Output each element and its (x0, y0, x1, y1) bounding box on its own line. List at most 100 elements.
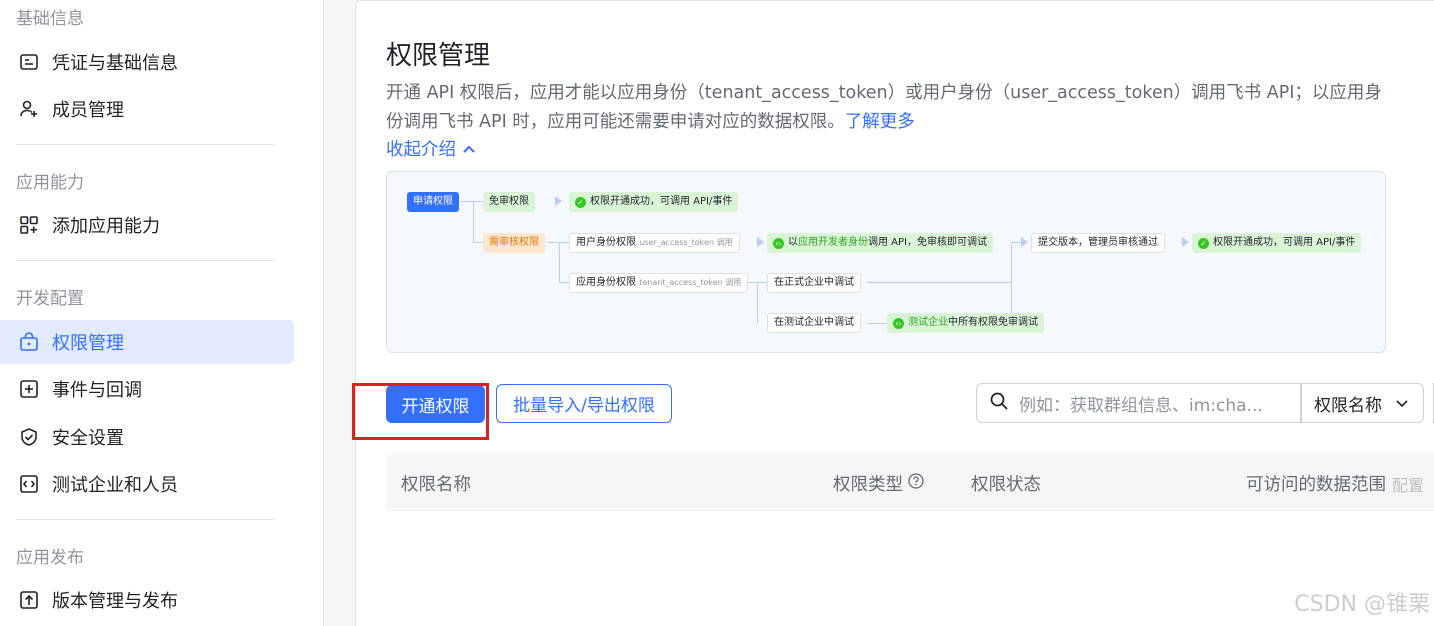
sidebar-item-versions[interactable]: 版本管理与发布 (0, 578, 294, 622)
flow-connector (867, 323, 889, 324)
flow-node-exempt-result: ✓ 权限开通成功，可调用 API/事件 (569, 192, 739, 212)
app-grid-add-icon (18, 214, 40, 236)
flow-arrow (555, 196, 562, 206)
flow-node-prod-debug: 在正式企业中调试 (767, 273, 861, 293)
collapse-label: 收起介绍 (386, 140, 456, 160)
flow-connector (473, 201, 474, 242)
debug-icon: ‹› (773, 238, 784, 249)
debug-icon: ‹› (893, 318, 904, 329)
credential-icon (18, 51, 40, 73)
sidebar: 基础信息 凭证与基础信息 成员管理 应用能力 添加应用能力 开发配置 权限管理 … (0, 0, 324, 626)
column-header-label: 可访问的数据范围 (1246, 475, 1386, 495)
sidebar-item-members[interactable]: 成员管理 (0, 87, 294, 131)
sidebar-item-events[interactable]: 事件与回调 (0, 367, 294, 411)
flow-connector (1011, 242, 1012, 323)
select-value: 权限名称 (1314, 395, 1382, 416)
lock-icon (18, 331, 40, 353)
collapse-intro-toggle[interactable]: 收起介绍 (386, 136, 476, 161)
flow-node-highlight: 应用开发者身份 (798, 237, 868, 248)
flow-node-submit: 提交版本，管理员审核通过 (1031, 233, 1165, 253)
flow-node-text: 用户身份权限 (576, 237, 636, 248)
flow-connector (757, 282, 758, 323)
permission-flow-diagram: 申请权限 免审权限 ✓ 权限开通成功，可调用 API/事件 需审核权限 用户身份权… (386, 171, 1386, 353)
sidebar-item-credentials[interactable]: 凭证与基础信息 (0, 40, 294, 84)
flow-node-text: 权限开通成功，可调用 API/事件 (1213, 237, 1356, 248)
sidebar-heading-capabilities: 应用能力 (16, 173, 84, 193)
event-icon (18, 378, 40, 400)
sidebar-item-label: 安全设置 (52, 428, 124, 449)
search-placeholder: 例如：获取群组信息、im:cha... (1019, 395, 1263, 416)
sidebar-item-label: 版本管理与发布 (52, 591, 178, 612)
flow-node-user-perm: 用户身份权限 user_access_token 调用 (569, 233, 740, 253)
flow-node-app-perm: 应用身份权限 tenant_access_token 调用 (569, 273, 749, 293)
flow-connector (745, 282, 767, 283)
sidebar-item-add-capability[interactable]: 添加应用能力 (0, 203, 294, 247)
sidebar-item-label: 事件与回调 (52, 380, 142, 401)
permission-search-input[interactable]: 例如：获取群组信息、im:cha... (976, 383, 1302, 423)
main-panel: 权限管理 开通 API 权限后，应用才能以应用身份（tenant_access_… (352, 0, 1434, 626)
flow-connector (547, 242, 569, 243)
sidebar-item-label: 权限管理 (52, 333, 124, 354)
flow-node-text: 应用身份权限 (576, 277, 636, 288)
column-header-label: 权限类型 (833, 475, 903, 495)
add-member-icon (18, 98, 40, 120)
learn-more-link[interactable]: 了解更多 (845, 112, 915, 132)
sidebar-heading-basic: 基础信息 (16, 9, 84, 29)
sidebar-heading-release: 应用发布 (16, 548, 84, 568)
flow-node-text: 以 (788, 237, 798, 248)
check-circle-icon: ✓ (1198, 238, 1209, 249)
page-description: 开通 API 权限后，应用才能以应用身份（tenant_access_token… (386, 79, 1386, 137)
permission-table-header: 权限名称 权限类型 权限状态 可访问的数据范围 配置 (386, 453, 1434, 511)
sidebar-item-label: 添加应用能力 (52, 216, 160, 237)
column-header-type: 权限类型 (833, 471, 924, 496)
sidebar-item-permissions[interactable]: 权限管理 (0, 320, 294, 364)
batch-import-export-button[interactable]: 批量导入/导出权限 (496, 384, 672, 423)
sidebar-divider (16, 260, 274, 261)
help-icon[interactable] (908, 473, 924, 494)
flow-node-exempt: 免审权限 (483, 192, 535, 212)
search-field-select[interactable]: 权限名称 (1300, 383, 1424, 423)
flow-connector (867, 282, 1011, 283)
flow-node-text: 权限开通成功，可调用 API/事件 (590, 196, 733, 207)
shield-icon (18, 426, 40, 448)
flow-node-highlight: 测试企业 (908, 317, 948, 328)
flow-node-apply: 申请权限 (407, 192, 459, 212)
sidebar-item-label: 测试企业和人员 (52, 475, 178, 496)
code-icon (18, 473, 40, 495)
flow-connector (461, 201, 483, 202)
column-header-data-scope: 可访问的数据范围 配置 (1246, 471, 1424, 496)
watermark: CSDN @锥栗 (1294, 592, 1430, 617)
sidebar-item-label: 成员管理 (52, 100, 124, 121)
sidebar-divider (16, 519, 274, 520)
flow-connector (559, 282, 569, 283)
flow-node-text: 中所有权限免审调试 (948, 317, 1038, 328)
flow-node-dev-identity: ‹› 以应用开发者身份调用 API，免审核即可调试 (767, 233, 993, 253)
flow-node-subtext: tenant_access_token 调用 (639, 278, 742, 287)
chevron-up-icon (462, 139, 476, 159)
column-header-status: 权限状态 (971, 475, 1041, 495)
flow-node-test-debug: 在测试企业中调试 (767, 313, 861, 333)
flow-connector (559, 242, 560, 283)
flow-node-final-result: ✓ 权限开通成功，可调用 API/事件 (1192, 233, 1362, 253)
page-title: 权限管理 (386, 41, 491, 71)
flow-node-subtext: user_access_token 调用 (639, 238, 733, 247)
column-header-name: 权限名称 (401, 475, 471, 495)
check-circle-icon: ✓ (575, 197, 586, 208)
content-gutter (325, 0, 355, 626)
sidebar-item-security[interactable]: 安全设置 (0, 415, 294, 459)
flow-connector (473, 242, 483, 243)
upload-icon (18, 589, 40, 611)
config-link[interactable]: 配置 (1392, 472, 1424, 496)
flow-node-test-exempt: ‹› 测试企业中所有权限免审调试 (887, 313, 1044, 333)
sidebar-item-test-enterprise[interactable]: 测试企业和人员 (0, 462, 294, 506)
flow-node-text: 调用 API，免审核即可调试 (868, 237, 987, 248)
flow-arrow (1182, 237, 1189, 247)
search-icon (989, 391, 1009, 415)
flow-arrow (1021, 237, 1028, 247)
sidebar-item-label: 凭证与基础信息 (52, 53, 178, 74)
highlight-annotation-box (352, 383, 489, 440)
flow-node-review: 需审核权限 (483, 233, 545, 253)
chevron-down-icon (1395, 395, 1409, 415)
sidebar-divider (16, 144, 274, 145)
sidebar-heading-dev-config: 开发配置 (16, 289, 84, 309)
